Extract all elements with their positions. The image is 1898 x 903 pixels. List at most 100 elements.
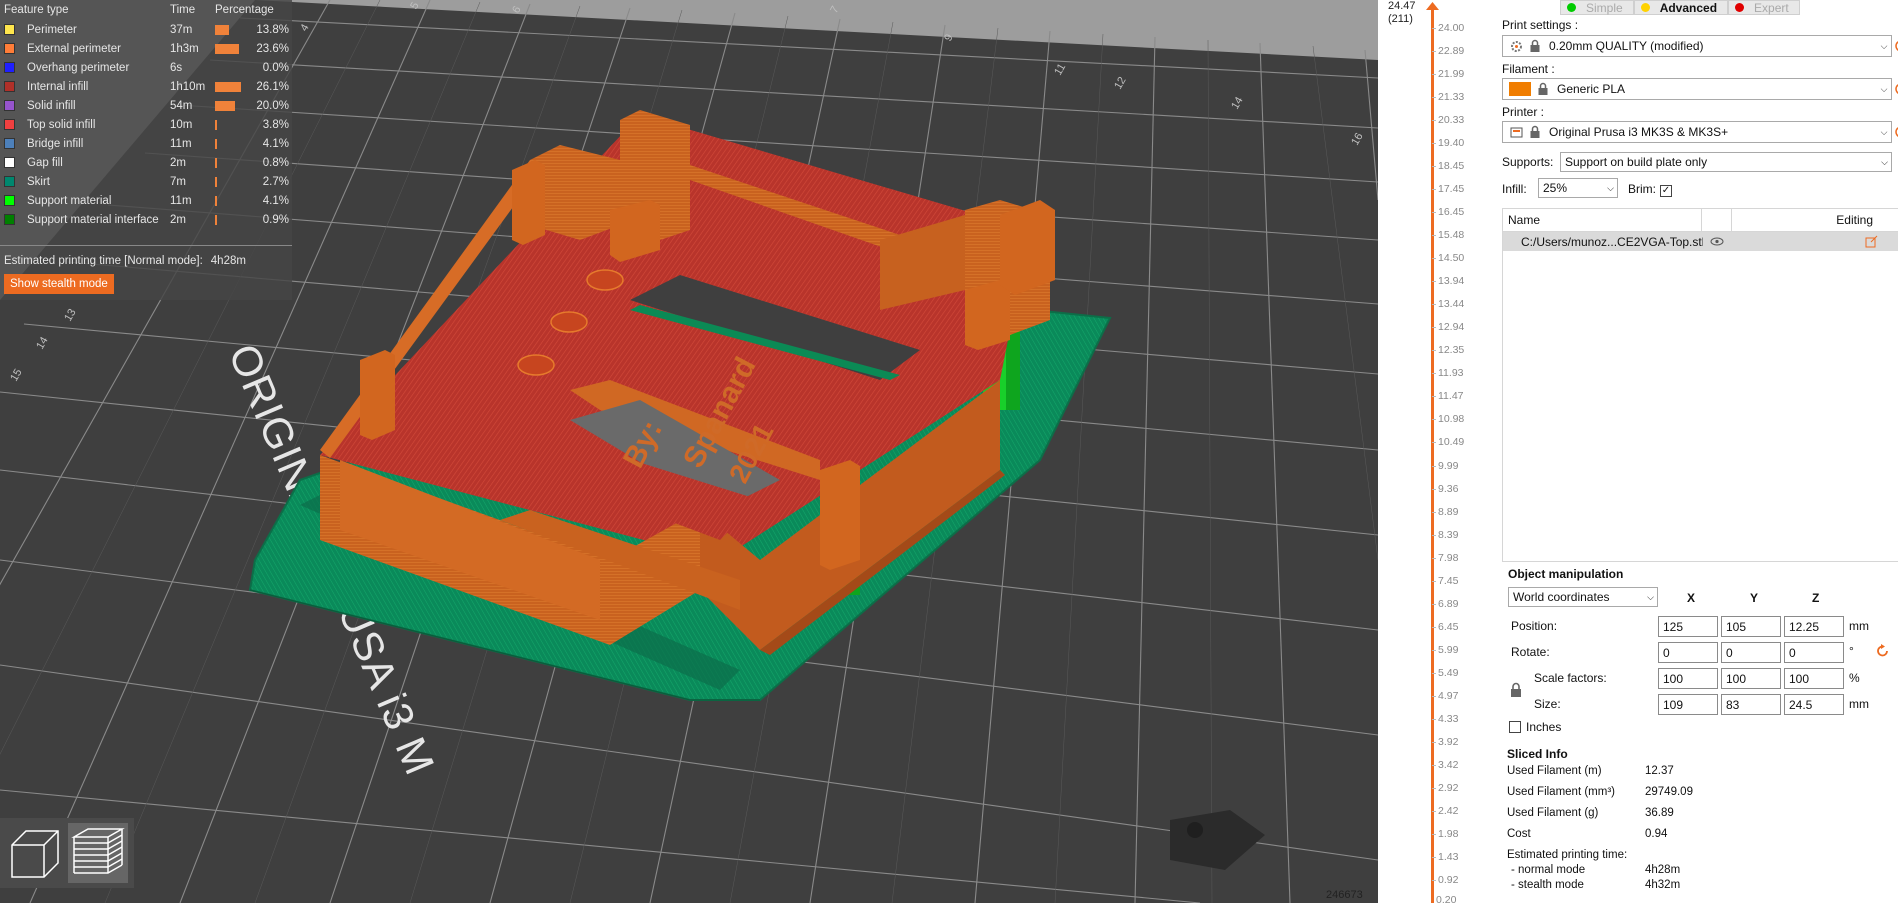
tab-expert[interactable]: Expert xyxy=(1728,0,1800,15)
col-name[interactable]: Name xyxy=(1503,209,1702,231)
legend-swatch xyxy=(4,138,15,149)
slider-tick-label: 24.00 xyxy=(1431,22,1465,34)
slider-track[interactable] xyxy=(1431,6,1434,903)
slider-tick-label: 1.98 xyxy=(1431,827,1459,840)
show-stealth-mode-button[interactable]: Show stealth mode xyxy=(4,274,114,294)
legend-feature: Overhang perimeter xyxy=(0,62,170,74)
edit-preset-icon[interactable] xyxy=(1893,39,1898,53)
infill-label: Infill: xyxy=(1502,182,1527,196)
slider-handle-icon[interactable] xyxy=(1425,0,1440,10)
view-switcher xyxy=(0,818,134,888)
infill-value: 25% xyxy=(1543,181,1568,195)
slider-tick-label: 4.97 xyxy=(1431,689,1459,702)
object-manipulation-panel: Object manipulation World coordinates ⌵ … xyxy=(1502,565,1898,734)
legend-row: Overhang perimeter 6s 0.0% xyxy=(0,58,292,77)
col-editing[interactable]: Editing xyxy=(1732,213,1898,227)
legend-swatch xyxy=(4,214,15,225)
slider-tick-label: 1.43 xyxy=(1431,850,1459,863)
slider-tick-label: 8.39 xyxy=(1431,528,1459,541)
layer-slider[interactable]: 24.47 (211) 24.00 22.89 21.99 21.33 20.33 19.… xyxy=(1378,0,1493,903)
printer-combo[interactable]: Original Prusa i3 MK3S & MK3S+ ⌵ xyxy=(1502,121,1892,143)
legend-bar xyxy=(215,214,249,226)
tab-simple[interactable]: Simple xyxy=(1560,0,1634,15)
edit-object-icon[interactable] xyxy=(1731,235,1898,248)
rotate-label: Rotate: xyxy=(1511,645,1550,659)
legend-row: Internal infill 1h10m 26.1% xyxy=(0,77,292,96)
brim-checkbox[interactable]: ✓ xyxy=(1660,182,1672,197)
supports-combo[interactable]: Support on build plate only ⌵ xyxy=(1560,152,1892,172)
object-list-row[interactable]: C:/Users/munoz...CE2VGA-Top.stl xyxy=(1503,232,1898,251)
legend-row: Gap fill 2m 0.8% xyxy=(0,153,292,172)
legend-bar xyxy=(215,43,249,55)
object-list[interactable]: Name Editing C:/Users/munoz...CE2VGA-Top… xyxy=(1502,208,1898,562)
legend-bar xyxy=(215,195,249,207)
coordinate-system-combo[interactable]: World coordinates ⌵ xyxy=(1508,587,1658,607)
chevron-down-icon: ⌵ xyxy=(1880,83,1888,94)
rotate-x-input[interactable]: 0 xyxy=(1658,642,1718,663)
position-z-input[interactable]: 12.25 xyxy=(1784,616,1844,637)
slider-tick-label: 11.47 xyxy=(1432,390,1464,403)
scale-unit: % xyxy=(1849,671,1860,685)
inches-checkbox[interactable]: Inches xyxy=(1509,720,1561,734)
legend-feature: Gap fill xyxy=(0,157,170,169)
gear-icon xyxy=(1509,39,1523,53)
legend-swatch xyxy=(4,176,15,187)
legend-percentage: 0.9% xyxy=(262,213,289,226)
print-settings-combo[interactable]: 0.20mm QUALITY (modified) ⌵ xyxy=(1502,35,1892,57)
slider-tick-label: 14.50 xyxy=(1431,252,1465,265)
lock-icon xyxy=(1529,125,1541,139)
mode-dot-icon xyxy=(1735,3,1745,12)
legend-percentage: 0.8% xyxy=(262,156,289,169)
chevron-down-icon: ⌵ xyxy=(1647,591,1654,602)
lock-scale-icon[interactable] xyxy=(1509,682,1523,701)
legend-swatch xyxy=(4,195,15,206)
scale-x-input[interactable]: 100 xyxy=(1658,668,1718,689)
position-x-input[interactable]: 125 xyxy=(1658,616,1718,637)
legend-feature: Support material interface xyxy=(0,214,170,226)
slider-top-layer: (211) xyxy=(1388,13,1413,25)
print-settings-value: 0.20mm QUALITY (modified) xyxy=(1549,39,1704,53)
legend-percentage: 26.1% xyxy=(256,80,289,93)
size-y-input[interactable]: 83 xyxy=(1721,694,1781,715)
edit-preset-icon[interactable] xyxy=(1893,125,1898,139)
3d-viewport[interactable]: 4 5 6 7 9 11 12 14 16 13 14 15 ORIGINAL … xyxy=(0,0,1378,903)
rotate-z-input[interactable]: 0 xyxy=(1784,642,1844,663)
legend-bar-fill xyxy=(215,176,217,187)
slider-tick-label: 3.92 xyxy=(1431,735,1459,748)
slider-tick-label: 18.45 xyxy=(1431,160,1465,173)
lock-icon xyxy=(1537,82,1549,96)
edit-preset-icon[interactable] xyxy=(1893,82,1898,96)
legend-time: 10m xyxy=(170,118,193,131)
legend-time: 11m xyxy=(170,194,192,207)
layers-icon[interactable] xyxy=(68,823,128,883)
legend-feature-name: Perimeter xyxy=(27,23,77,36)
tab-advanced[interactable]: Advanced xyxy=(1633,0,1729,15)
slider-tick-label: 21.99 xyxy=(1431,68,1465,81)
legend-row: Support material interface 2m 0.9% xyxy=(0,210,292,229)
legend-bar xyxy=(215,119,249,131)
size-z-input[interactable]: 24.5 xyxy=(1784,694,1844,715)
size-label: Size: xyxy=(1534,697,1561,711)
filament-combo[interactable]: Generic PLA ⌵ xyxy=(1502,78,1892,100)
slider-tick-label: 12.94 xyxy=(1431,321,1465,334)
slider-tick-label: 16.45 xyxy=(1431,206,1465,219)
position-y-input[interactable]: 105 xyxy=(1721,616,1781,637)
scale-y-input[interactable]: 100 xyxy=(1721,668,1781,689)
rotate-y-input[interactable]: 0 xyxy=(1721,642,1781,663)
brim-label: Brim: xyxy=(1628,182,1656,196)
size-x-input[interactable]: 109 xyxy=(1658,694,1718,715)
eye-icon[interactable] xyxy=(1703,237,1731,246)
slider-tick-label: 9.99 xyxy=(1431,459,1459,472)
stealth-mode-label: - stealth mode xyxy=(1511,879,1584,891)
cube-icon[interactable] xyxy=(4,823,64,883)
cost-label: Cost xyxy=(1507,828,1531,840)
infill-combo[interactable]: 25% ⌵ xyxy=(1538,178,1618,198)
mode-dot-icon xyxy=(1640,3,1650,12)
reset-rotation-icon[interactable] xyxy=(1876,644,1890,661)
legend-feature-name: Support material interface xyxy=(27,213,159,226)
legend-bar-fill xyxy=(215,43,239,54)
estimated-value: 4h28m xyxy=(210,255,246,267)
slider-tick-label: 21.33 xyxy=(1431,91,1465,104)
stealth-mode-value: 4h32m xyxy=(1645,879,1681,891)
scale-z-input[interactable]: 100 xyxy=(1784,668,1844,689)
